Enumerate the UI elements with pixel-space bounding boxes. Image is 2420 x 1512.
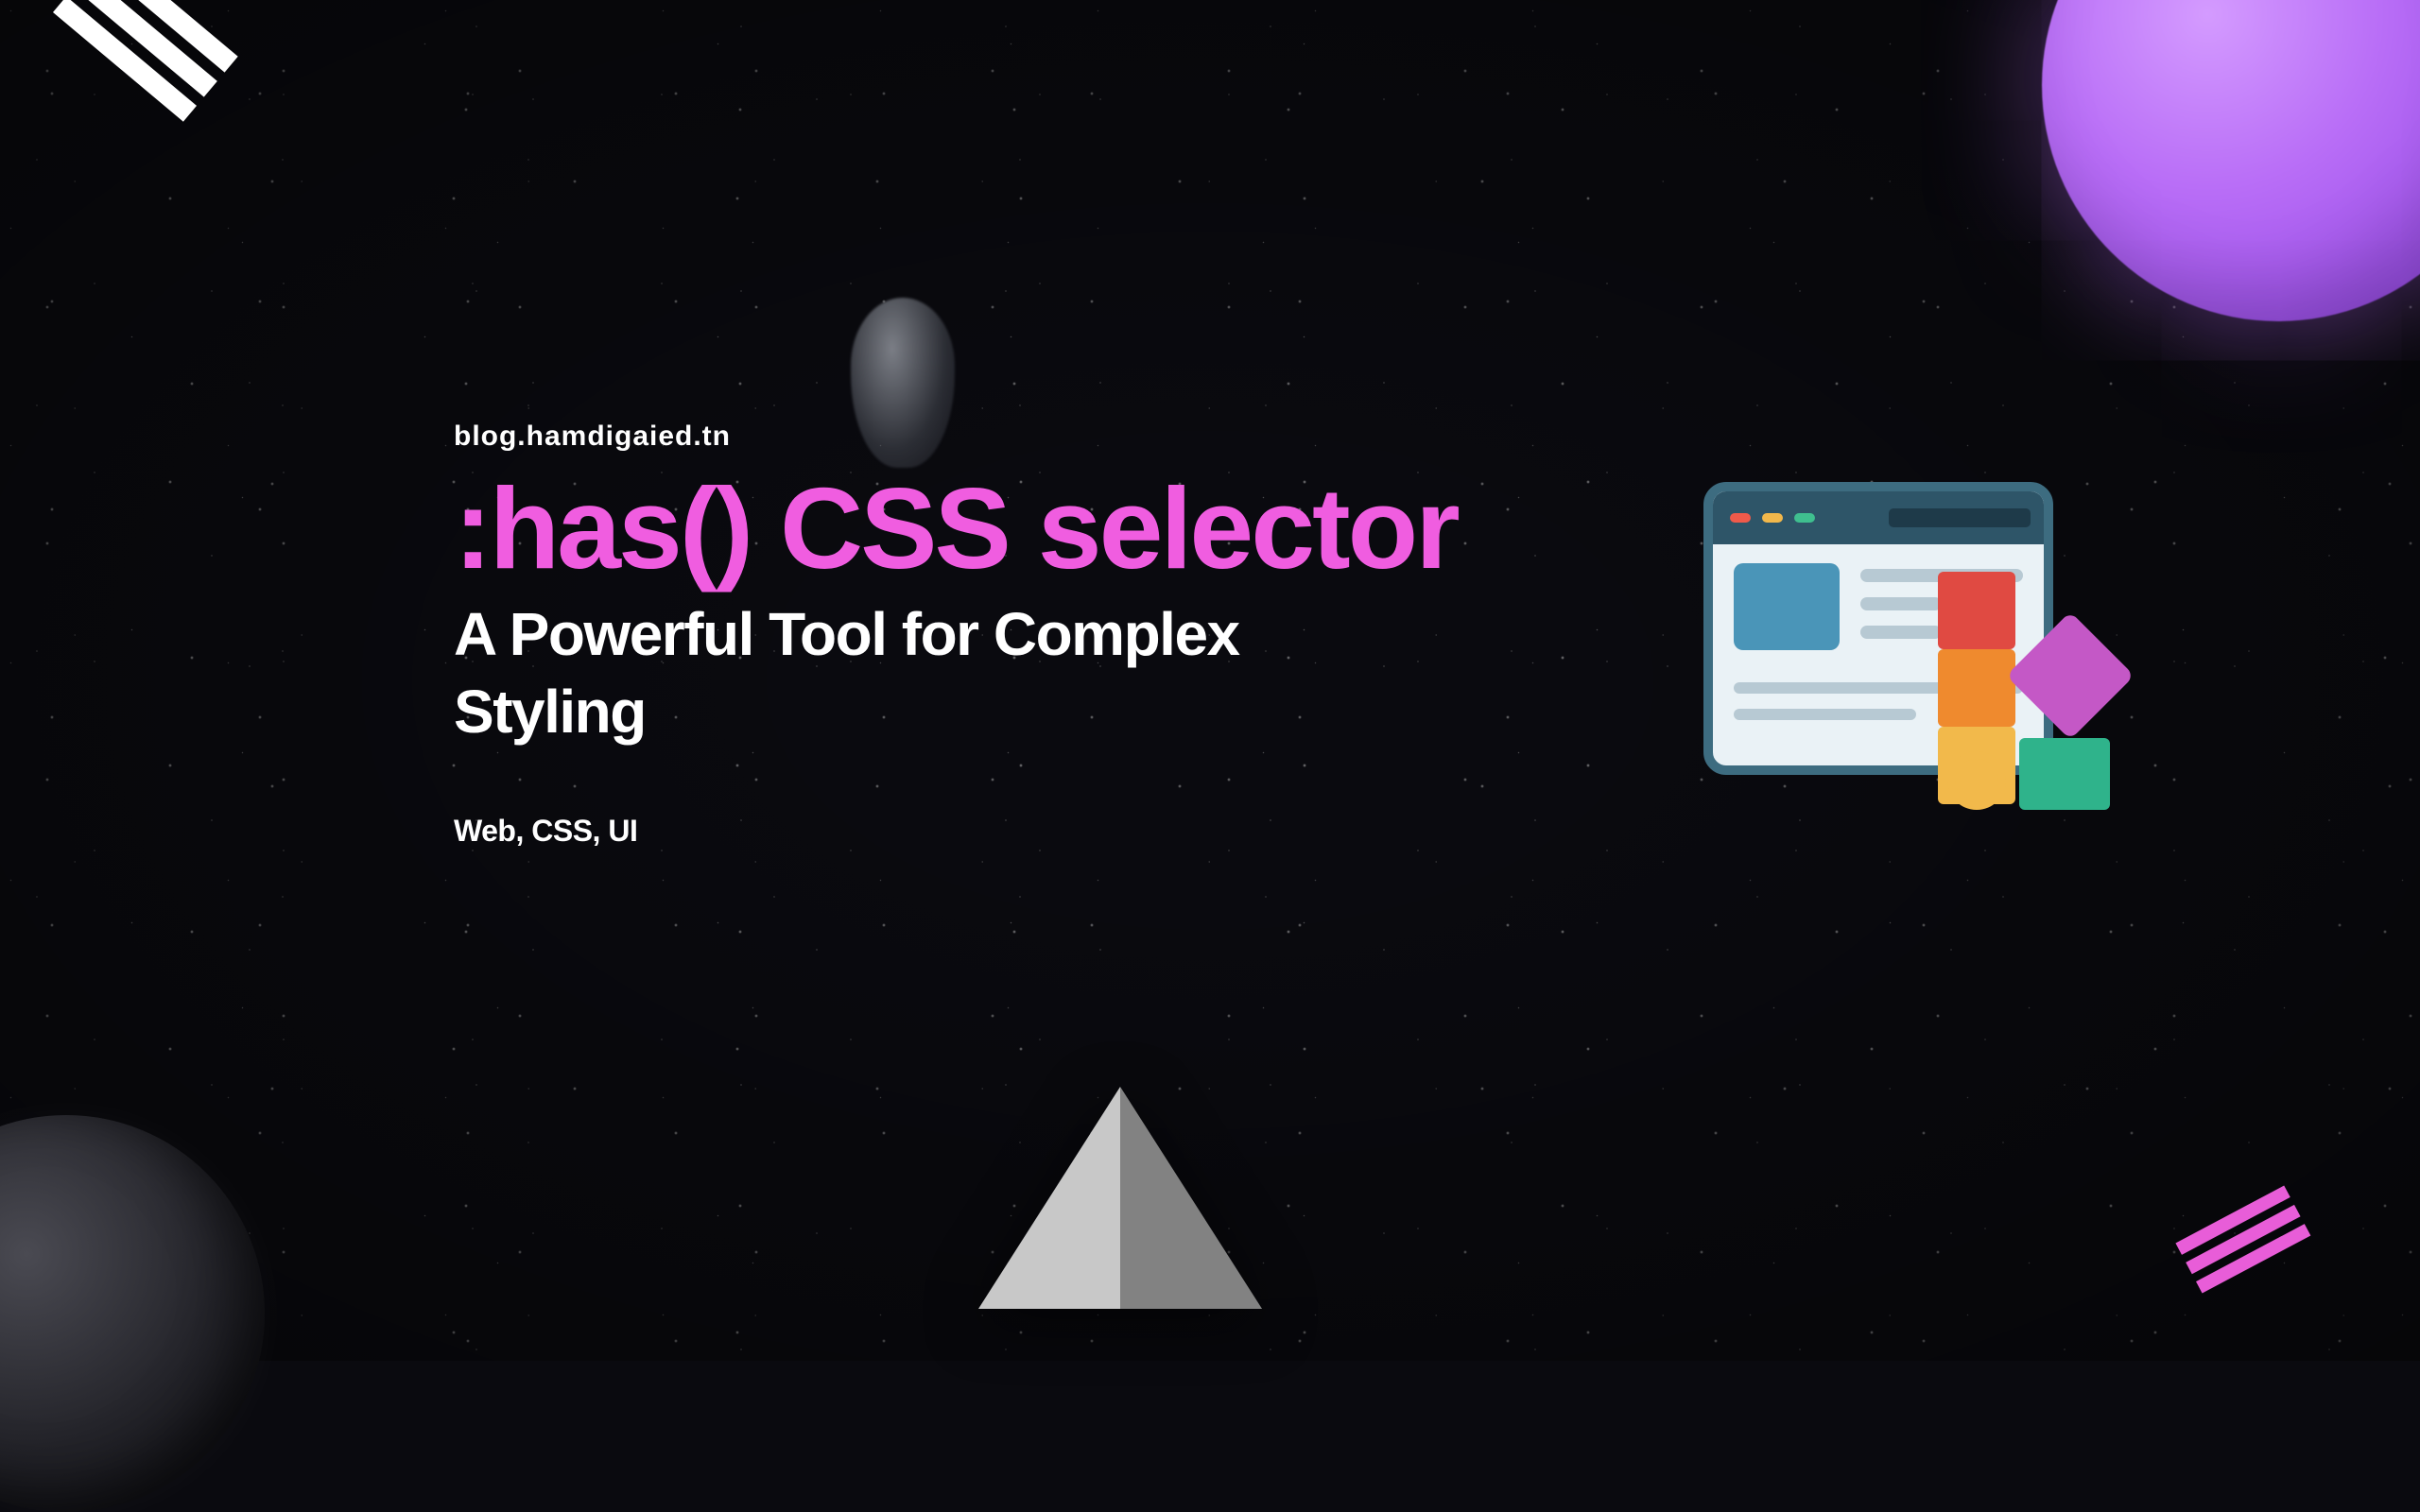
hero-content: blog.hamdigaied.tn :has() CSS selector A… [454,421,1683,849]
color-blocks-illustration [1938,572,2108,827]
browser-topbar [1713,491,2044,544]
hero-tags: Web, CSS, UI [454,814,1683,849]
teal-block-icon [2019,738,2110,810]
window-min-dot-icon [1762,513,1783,523]
text-line-icon [1860,597,1942,610]
text-line-icon [1860,626,1942,639]
hero-title: :has() CSS selector [454,468,1683,589]
site-label: blog.hamdigaied.tn [454,421,1683,453]
red-block-icon [1938,572,2015,649]
browser-urlbar-icon [1889,508,2031,527]
yellow-block-icon [1938,727,2015,804]
window-close-dot-icon [1730,513,1751,523]
text-line-icon [1734,709,1916,720]
window-max-dot-icon [1794,513,1815,523]
hero-subtitle: A Powerful Tool for Complex Styling [454,596,1380,751]
thumbnail-block-icon [1734,563,1840,650]
pyramid-decoration [978,1087,1262,1309]
orange-block-icon [1938,649,2015,727]
